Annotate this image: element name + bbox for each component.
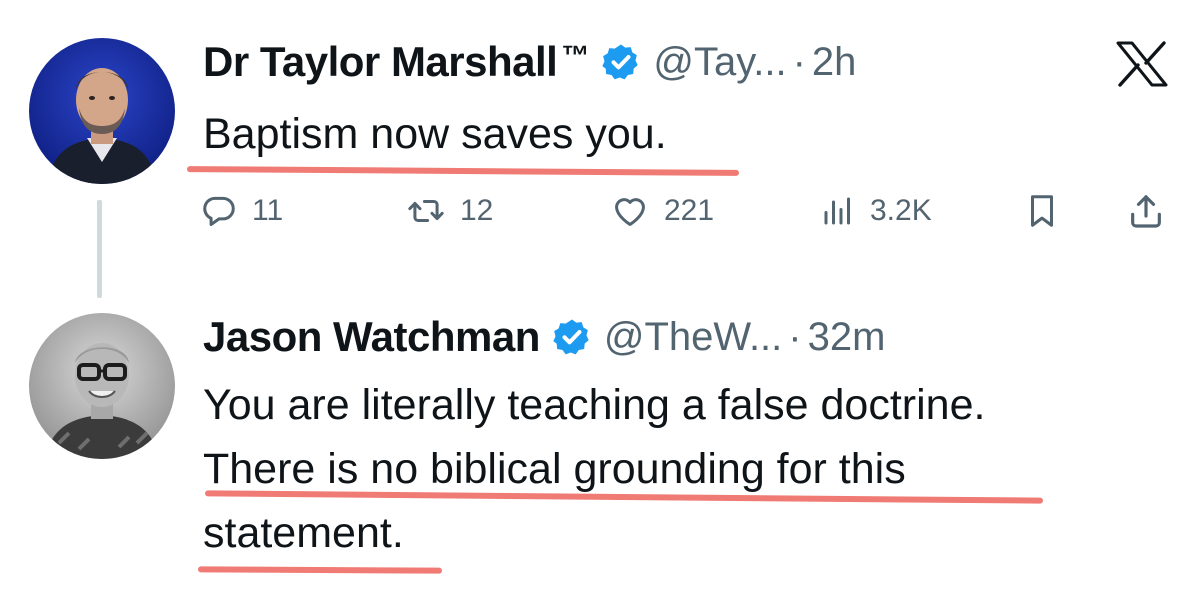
retweet-button[interactable]: 12	[406, 188, 493, 234]
like-button[interactable]: 221	[610, 188, 714, 234]
bookmark-icon	[1030, 195, 1054, 227]
tweet1-handle[interactable]: @Tay...	[653, 40, 786, 85]
tweet1-separator: ·	[792, 39, 806, 84]
tweet1-timestamp[interactable]: 2h	[812, 40, 857, 85]
tweet2-handle[interactable]: @TheW...	[604, 315, 782, 360]
tweet-thread: Dr Taylor Marshall ™ @Tay... · 2h Baptis…	[0, 0, 1200, 595]
share-button[interactable]	[1126, 188, 1166, 234]
reply-icon	[203, 196, 235, 226]
share-icon	[1131, 195, 1161, 228]
thread-connector-line	[97, 200, 102, 298]
retweet-icon	[408, 199, 444, 223]
reply-count: 11	[252, 194, 284, 227]
views-button[interactable]: 3.2K	[820, 188, 932, 234]
tweet1-text: Baptism now saves you.	[203, 110, 667, 158]
tweet1-display-name[interactable]: Dr Taylor Marshall	[203, 38, 558, 86]
tweet2-text-line: statement.	[203, 509, 404, 557]
tweet2-text: You are literally teaching a false doctr…	[203, 373, 985, 565]
tweet2-display-name[interactable]: Jason Watchman	[203, 313, 540, 361]
like-count: 221	[664, 194, 715, 227]
views-bar-chart-icon	[824, 197, 850, 225]
retweet-count: 12	[460, 194, 494, 227]
views-count: 3.2K	[870, 194, 932, 227]
verified-badge-icon	[602, 44, 639, 80]
heart-icon	[615, 198, 645, 226]
x-logo-icon[interactable]	[1114, 40, 1170, 88]
tweet1-action-bar: 11 12 221 3.2K	[200, 188, 1175, 234]
bookmark-button[interactable]	[1023, 188, 1061, 234]
avatar-taylor-marshall[interactable]	[29, 38, 175, 184]
tweet2-header: Jason Watchman @TheW... · 32m	[203, 307, 885, 367]
verified-badge-icon	[553, 319, 589, 355]
tweet2-text-line: You are literally teaching a false doctr…	[203, 381, 986, 429]
tweet2-timestamp[interactable]: 32m	[808, 315, 886, 360]
tweet2-separator: ·	[788, 314, 802, 359]
tweet1-header: Dr Taylor Marshall ™ @Tay... · 2h	[203, 32, 856, 92]
reply-button[interactable]: 11	[200, 188, 283, 234]
tweet1-trademark: ™	[561, 40, 590, 71]
avatar-jason-watchman[interactable]	[29, 313, 175, 459]
highlight-underline	[197, 566, 443, 574]
highlight-underline	[186, 166, 740, 176]
